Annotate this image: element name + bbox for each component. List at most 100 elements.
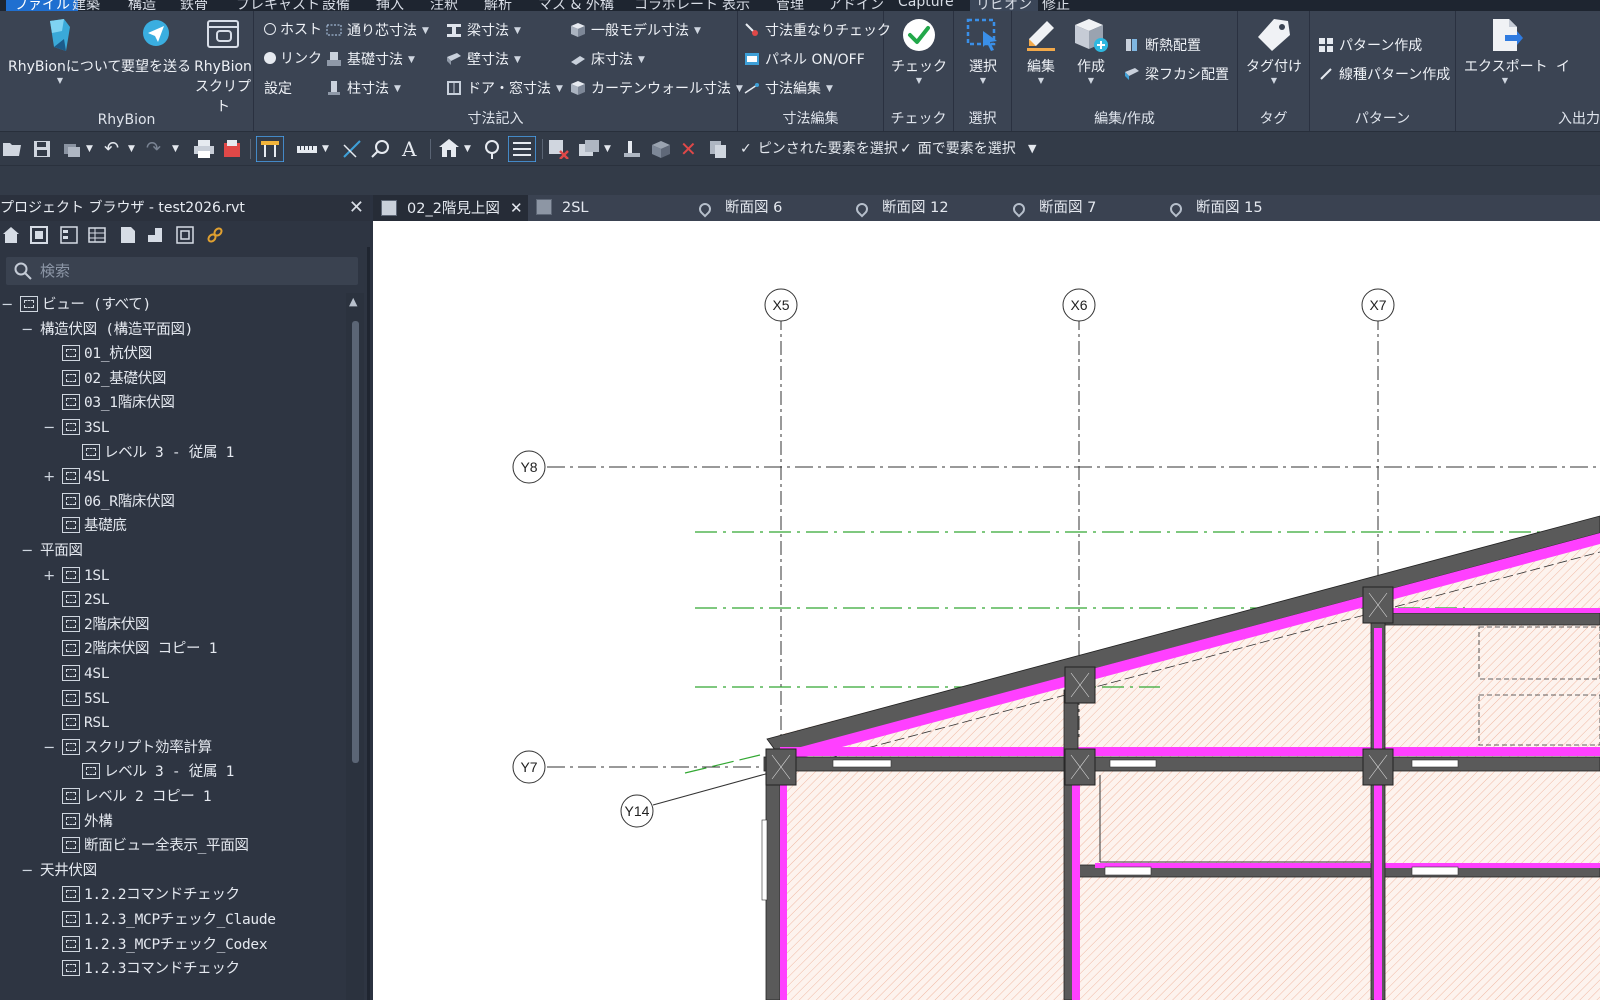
menu-annotate[interactable]: 注釈: [430, 0, 458, 11]
send-request-button[interactable]: 要望を送る: [120, 17, 192, 77]
edit-button[interactable]: 編集 ▼: [1018, 17, 1064, 85]
dropdown-arrow-icon[interactable]: ▼: [172, 138, 179, 160]
menu-collaborate[interactable]: コラボレート: [634, 0, 718, 11]
home-icon[interactable]: [2, 226, 20, 244]
cube-wire-icon[interactable]: [650, 139, 672, 159]
menu-file[interactable]: ファイル: [6, 0, 78, 11]
tree-item[interactable]: 02_基礎伏図: [42, 367, 166, 391]
close-icon[interactable]: ✕: [349, 195, 364, 221]
dropdown-arrow-icon[interactable]: ▼: [128, 138, 135, 160]
collapse-icon[interactable]: −: [20, 539, 34, 563]
grid-bubble-y14[interactable]: Y14: [620, 794, 654, 828]
tree-item[interactable]: RSL: [42, 711, 110, 735]
floor-dim-button[interactable]: 床寸法 ▼: [570, 49, 645, 71]
view-tab[interactable]: 断面図 12: [844, 195, 994, 221]
tree-item[interactable]: レベル 2 コピー 1: [42, 785, 212, 809]
panel-toggle-button[interactable]: パネル ON/OFF: [744, 49, 865, 71]
browser-search-input[interactable]: 検索: [6, 257, 358, 285]
collapse-icon[interactable]: −: [0, 293, 14, 317]
collapse-icon[interactable]: −: [42, 416, 56, 440]
tree-item[interactable]: 01_杭伏図: [42, 342, 152, 366]
dropdown-arrow-icon[interactable]: ▼: [604, 138, 611, 160]
tree-item[interactable]: 1.2.3_MCPチェック_Codex: [42, 933, 268, 957]
default-3d-view-icon[interactable]: [438, 138, 460, 158]
menu-architecture[interactable]: 建築: [72, 0, 100, 11]
sheets-icon[interactable]: [118, 226, 136, 244]
drawing-canvas[interactable]: X5 X6 X7 Y8 Y7 Y14: [373, 221, 1600, 1000]
link-icon[interactable]: [206, 226, 224, 244]
tree-item[interactable]: 2階床伏図 コピー 1: [42, 637, 217, 661]
tree-item[interactable]: 外構: [42, 810, 113, 834]
undo-icon[interactable]: ↶: [104, 138, 119, 160]
switch-windows-icon[interactable]: [578, 139, 602, 159]
insulation-button[interactable]: 断熱配置: [1124, 35, 1201, 57]
customize-toolbar-icon[interactable]: ▼: [1028, 138, 1036, 160]
schedules-icon[interactable]: [88, 226, 106, 244]
tree-item[interactable]: 1.2.3コマンドチェック: [42, 957, 240, 981]
tree-item[interactable]: − 3SL: [42, 416, 110, 440]
views-icon[interactable]: [30, 226, 48, 244]
menu-precast[interactable]: プレキャスト: [236, 0, 320, 11]
tree-item[interactable]: − 構造伏図 (構造平面図): [20, 318, 193, 342]
create-button[interactable]: 作成 ▼: [1068, 17, 1114, 85]
families-icon[interactable]: [146, 226, 164, 244]
close-hidden-windows-icon[interactable]: [548, 139, 570, 159]
tree-item[interactable]: 5SL: [42, 687, 110, 711]
menu-systems[interactable]: 設備: [322, 0, 350, 11]
export-button[interactable]: エクスポート ▼: [1464, 17, 1548, 85]
dimension-line-icon[interactable]: [342, 139, 362, 159]
spot-elevation-icon[interactable]: [370, 139, 390, 159]
rhybion-about-button[interactable]: RhyBionについて ▼: [8, 17, 121, 85]
measure-icon[interactable]: [296, 140, 318, 158]
tree-item[interactable]: 06_R階床伏図: [42, 490, 175, 514]
linetype-pattern-button[interactable]: 線種パターン作成: [1318, 64, 1450, 86]
tree-item[interactable]: − ビュー (すべて): [0, 293, 151, 317]
grid-bubble-y8[interactable]: Y8: [512, 450, 546, 484]
tree-item[interactable]: 基礎底: [42, 514, 127, 538]
expand-icon[interactable]: +: [42, 465, 56, 489]
delete-icon[interactable]: ✕: [680, 138, 697, 160]
collapse-icon[interactable]: −: [20, 318, 34, 342]
collapse-icon[interactable]: −: [20, 859, 34, 883]
generic-model-dim-button[interactable]: 一般モデル寸法 ▼: [570, 20, 701, 42]
grid-bubble-x5[interactable]: X5: [764, 288, 798, 322]
menu-steel[interactable]: 鉄骨: [180, 0, 208, 11]
tree-item[interactable]: − 天井伏図: [20, 859, 97, 883]
check-button[interactable]: チェック ▼: [888, 17, 950, 85]
beam-dim-button[interactable]: 梁寸法 ▼: [446, 20, 521, 42]
view-tab[interactable]: 02_2階見上図 ✕: [373, 195, 528, 221]
view-tab[interactable]: 断面図 15: [1158, 195, 1308, 221]
scroll-thumb[interactable]: [352, 321, 359, 763]
close-tab-icon[interactable]: ✕: [510, 199, 523, 217]
scroll-up-icon[interactable]: ▲: [349, 295, 357, 308]
host-radio[interactable]: ホスト: [264, 19, 322, 41]
sync-icon[interactable]: [62, 139, 82, 159]
menu-analyze[interactable]: 解析: [484, 0, 512, 11]
grid-bubble-x7[interactable]: X7: [1361, 288, 1395, 322]
dropdown-arrow-icon[interactable]: ▼: [464, 138, 471, 160]
tree-item[interactable]: 03_1階床伏図: [42, 391, 175, 415]
print-pdf-icon[interactable]: [222, 139, 242, 159]
ground-icon[interactable]: [622, 139, 642, 159]
tree-item[interactable]: レベル 3 - 従属 1: [62, 760, 234, 784]
redo-icon[interactable]: ↷: [146, 138, 161, 160]
groups-icon[interactable]: [176, 226, 194, 244]
tree-item[interactable]: − 平面図: [20, 539, 83, 563]
tree-item[interactable]: 2階床伏図: [42, 613, 150, 637]
menu-addins[interactable]: アドイン: [828, 0, 884, 11]
pinned-select-toggle[interactable]: ✓ ピンされた要素を選択: [740, 138, 898, 160]
dropdown-arrow-icon[interactable]: ▼: [86, 138, 93, 160]
collapse-icon[interactable]: −: [42, 736, 56, 760]
thin-lines-icon[interactable]: [508, 136, 536, 162]
face-select-toggle[interactable]: ✓ 面で要素を選択: [900, 138, 1016, 160]
import-button[interactable]: イ: [1556, 17, 1596, 77]
tag-button[interactable]: タグ付け ▼: [1242, 17, 1306, 85]
menu-insert[interactable]: 挿入: [376, 0, 404, 11]
tree-item[interactable]: 1.2.2コマンドチェック: [42, 883, 240, 907]
expand-icon[interactable]: +: [42, 564, 56, 588]
open-folder-icon[interactable]: [2, 139, 22, 159]
foundation-dim-button[interactable]: 基礎寸法 ▼: [326, 49, 415, 71]
menu-structure[interactable]: 構造: [128, 0, 156, 11]
link-radio[interactable]: リンク: [264, 48, 322, 70]
tree-item[interactable]: 断面ビュー全表示_平面図: [42, 834, 249, 858]
